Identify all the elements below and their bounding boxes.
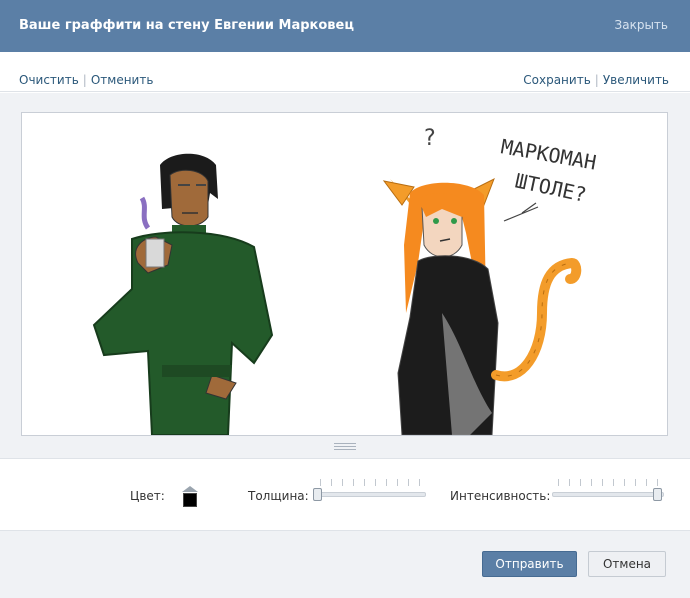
dialog-title: Ваше граффити на стену Евгении Марковец <box>19 18 354 33</box>
smoke-stroke <box>139 196 151 230</box>
send-button[interactable]: Отправить <box>482 551 577 577</box>
toolbar-left-actions: Очистить | Отменить <box>19 73 153 87</box>
color-swatch-box <box>183 493 197 507</box>
drawing-text-line1: МАРКОМАН <box>499 134 598 174</box>
clear-link[interactable]: Очистить <box>19 73 79 87</box>
brush-controls: Цвет: Толщина: Интенсивность: <box>0 459 690 531</box>
speech-pointer-stroke <box>503 202 539 222</box>
canvas-area: МАРКОМАН ШТОЛЕ? ? <box>0 93 690 459</box>
thickness-slider[interactable] <box>313 479 426 505</box>
thickness-label: Толщина: <box>248 489 309 503</box>
intensity-label: Интенсивность: <box>450 489 551 503</box>
intensity-track[interactable] <box>552 492 664 497</box>
drawing-text-line2: ШТОЛЕ? <box>513 168 589 206</box>
undo-link[interactable]: Отменить <box>91 73 154 87</box>
cancel-button[interactable]: Отмена <box>588 551 666 577</box>
intensity-knob[interactable] <box>653 488 662 501</box>
color-picker[interactable] <box>182 486 198 507</box>
thickness-knob[interactable] <box>313 488 322 501</box>
drawing-question-mark: ? <box>424 126 436 151</box>
canvas-resize-grip[interactable] <box>334 443 356 451</box>
cat-girl-figure <box>382 177 582 435</box>
save-link[interactable]: Сохранить <box>523 73 591 87</box>
intensity-slider[interactable] <box>552 479 664 505</box>
graffiti-drawing: МАРКОМАН ШТОЛЕ? ? <box>92 126 598 435</box>
man-figure <box>92 153 274 435</box>
enlarge-link[interactable]: Увеличить <box>603 73 669 87</box>
graffiti-toolbar: Очистить | Отменить Сохранить | Увеличить <box>0 52 690 92</box>
toolbar-right-actions: Сохранить | Увеличить <box>523 73 669 87</box>
toolbar-separator: | <box>594 73 599 87</box>
close-link[interactable]: Закрыть <box>615 18 668 32</box>
toolbar-separator: | <box>82 73 87 87</box>
dialog-header: Ваше граффити на стену Евгении Марковец … <box>0 0 690 52</box>
drawing-canvas[interactable]: МАРКОМАН ШТОЛЕ? ? <box>21 112 668 436</box>
color-picker-arrow-icon <box>182 486 198 492</box>
color-label: Цвет: <box>130 489 165 503</box>
thickness-track[interactable] <box>314 492 426 497</box>
dialog-footer: Отправить Отмена <box>0 531 690 598</box>
